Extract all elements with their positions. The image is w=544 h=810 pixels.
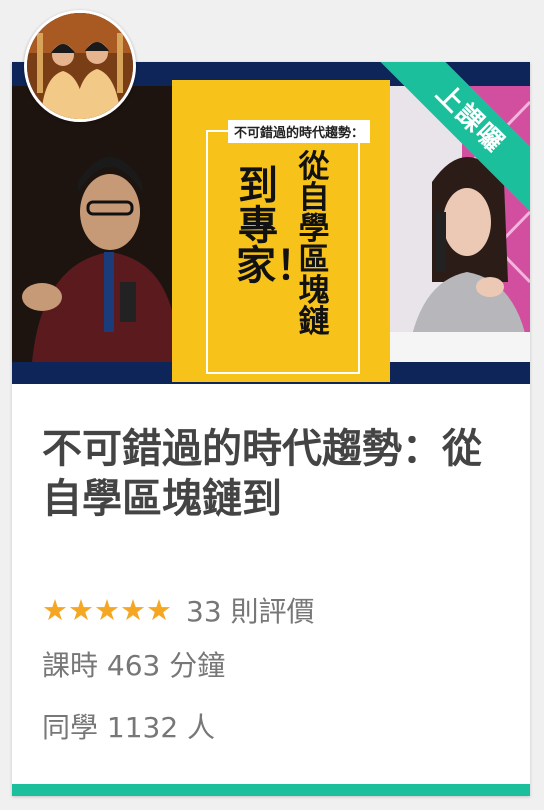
course-rating: ★ ★ ★ ★ ★ 33 則評價	[42, 590, 315, 630]
avatar-photo	[27, 13, 133, 119]
star-icon: ★	[42, 593, 68, 627]
instructor-avatar[interactable]	[24, 10, 136, 122]
poster-subtitle: 不可錯過的時代趨勢：	[228, 120, 371, 143]
star-icon: ★	[146, 593, 172, 627]
course-card[interactable]: 不可錯過的時代趨勢： 從自學區塊鏈 到專家！ 上課囉 不可錯過的時代趨勢：從自學…	[12, 62, 530, 796]
star-icon: ★	[68, 593, 94, 627]
status-ribbon: 上課囉	[380, 62, 530, 212]
rating-count: 33 則評價	[186, 595, 315, 628]
course-duration: 課時 463 分鐘	[42, 649, 226, 682]
card-accent-bar	[12, 784, 530, 796]
poster-panel: 不可錯過的時代趨勢： 從自學區塊鏈 到專家！	[172, 80, 390, 382]
course-title[interactable]: 不可錯過的時代趨勢：從自學區塊鏈到	[42, 424, 492, 524]
star-icon: ★	[120, 593, 146, 627]
rating-stars: ★ ★ ★ ★ ★	[42, 595, 172, 625]
ribbon-label: 上課囉	[380, 62, 530, 212]
poster-headline-col2: 到專家！	[236, 163, 316, 289]
course-students: 同學 1132 人	[42, 711, 216, 744]
star-icon: ★	[94, 593, 120, 627]
